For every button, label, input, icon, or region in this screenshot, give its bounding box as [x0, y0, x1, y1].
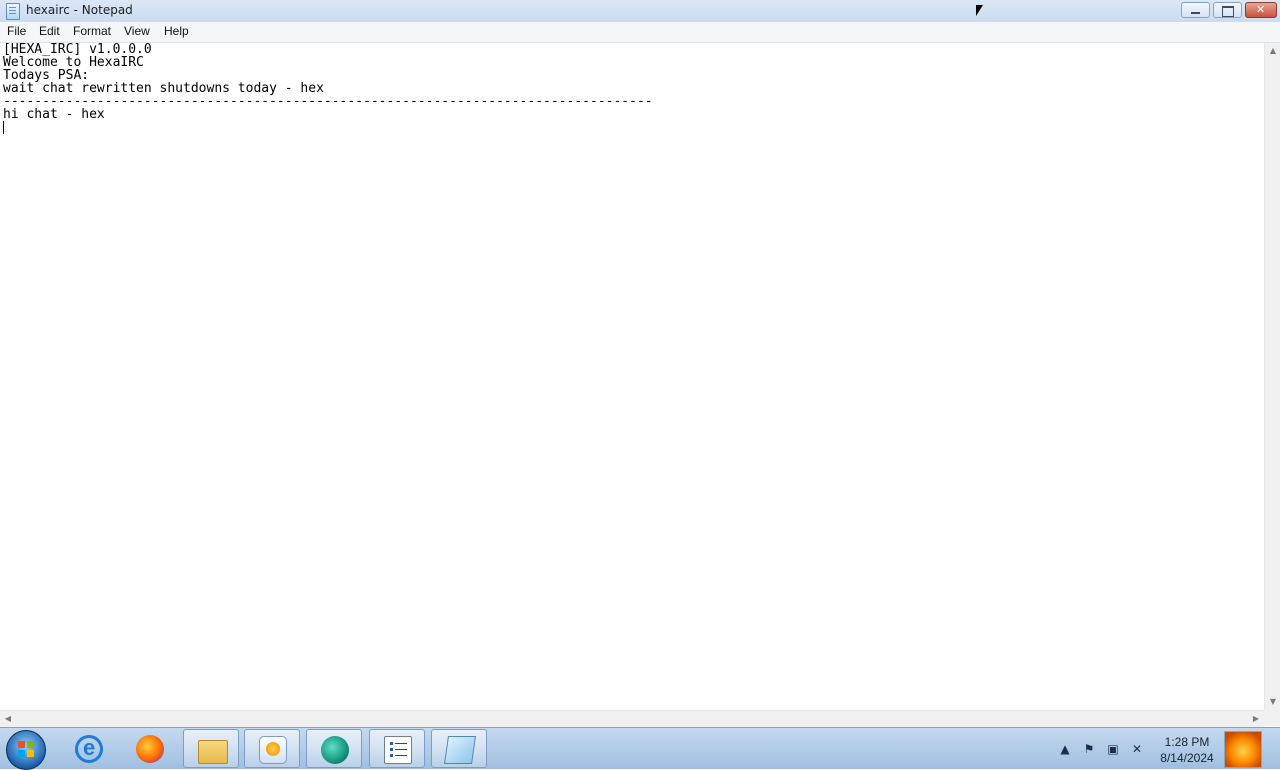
- horizontal-scrollbar[interactable]: ◀ ▶: [0, 710, 1264, 727]
- menu-file[interactable]: File: [7, 24, 26, 38]
- media-player-icon: [259, 736, 287, 764]
- minimize-button[interactable]: [1181, 2, 1210, 18]
- show-hidden-icons-icon[interactable]: ▲: [1058, 742, 1072, 756]
- firefox-icon: [136, 735, 164, 763]
- taskbar-media-player[interactable]: [244, 729, 300, 768]
- notepad-icon[interactable]: [6, 3, 20, 20]
- show-desktop-button[interactable]: [1224, 731, 1262, 768]
- taskbar-file-explorer[interactable]: [183, 729, 239, 768]
- close-button[interactable]: [1245, 2, 1277, 18]
- scrollbar-corner: [1264, 710, 1280, 726]
- start-button[interactable]: [6, 730, 46, 770]
- vertical-scrollbar[interactable]: ▲ ▼: [1264, 43, 1280, 710]
- notepad-icon: [444, 736, 476, 764]
- title-bar[interactable]: hexairc - Notepad: [0, 0, 1280, 23]
- task-list-icon: [384, 736, 412, 764]
- text-editor[interactable]: [HEXA_IRC] v1.0.0.0 Welcome to HexaIRC Tod…: [0, 43, 1264, 710]
- scroll-up-arrow-icon[interactable]: ▲: [1265, 43, 1280, 59]
- menu-view[interactable]: View: [124, 24, 150, 38]
- action-center-flag-icon[interactable]: ⚑: [1082, 742, 1096, 756]
- text-line: Welcome to HexaIRC: [3, 55, 144, 70]
- clock-date: 8/14/2024: [1160, 751, 1214, 765]
- mouse-pointer-icon: [976, 5, 983, 16]
- text-caret: [3, 121, 4, 134]
- menu-help[interactable]: Help: [164, 24, 189, 38]
- menu-format[interactable]: Format: [73, 24, 111, 38]
- text-line: [HEXA_IRC] v1.0.0.0: [3, 43, 152, 57]
- clock[interactable]: 1:28 PM 8/14/2024: [1152, 734, 1222, 766]
- taskbar-chat-app[interactable]: [306, 729, 362, 768]
- taskbar-notepad[interactable]: [431, 729, 487, 768]
- text-line: ----------------------------------------…: [3, 94, 653, 109]
- network-icon[interactable]: ▣: [1106, 742, 1120, 756]
- scroll-right-arrow-icon[interactable]: ▶: [1248, 711, 1264, 727]
- clock-time: 1:28 PM: [1164, 735, 1210, 749]
- document-text[interactable]: [HEXA_IRC] v1.0.0.0 Welcome to HexaIRC Tod…: [0, 43, 1264, 134]
- maximize-button[interactable]: [1213, 2, 1242, 18]
- text-line-cursor: [3, 121, 1264, 134]
- taskbar-firefox[interactable]: [122, 729, 178, 768]
- menu-bar: File Edit Format View Help: [0, 22, 1280, 43]
- volume-muted-icon[interactable]: ✕: [1130, 742, 1144, 756]
- internet-explorer-icon: [75, 735, 103, 763]
- window-title: hexairc - Notepad: [26, 3, 133, 17]
- text-line: hi chat - hex: [3, 107, 105, 122]
- menu-edit[interactable]: Edit: [39, 24, 60, 38]
- taskbar: ▲ ⚑ ▣ ✕ 1:28 PM 8/14/2024: [0, 727, 1280, 770]
- taskbar-task-list[interactable]: [369, 729, 425, 768]
- scroll-down-arrow-icon[interactable]: ▼: [1265, 694, 1280, 710]
- file-explorer-icon: [198, 740, 228, 764]
- taskbar-internet-explorer[interactable]: [61, 729, 117, 768]
- chat-app-icon: [321, 736, 349, 764]
- scroll-left-arrow-icon[interactable]: ◀: [0, 711, 16, 727]
